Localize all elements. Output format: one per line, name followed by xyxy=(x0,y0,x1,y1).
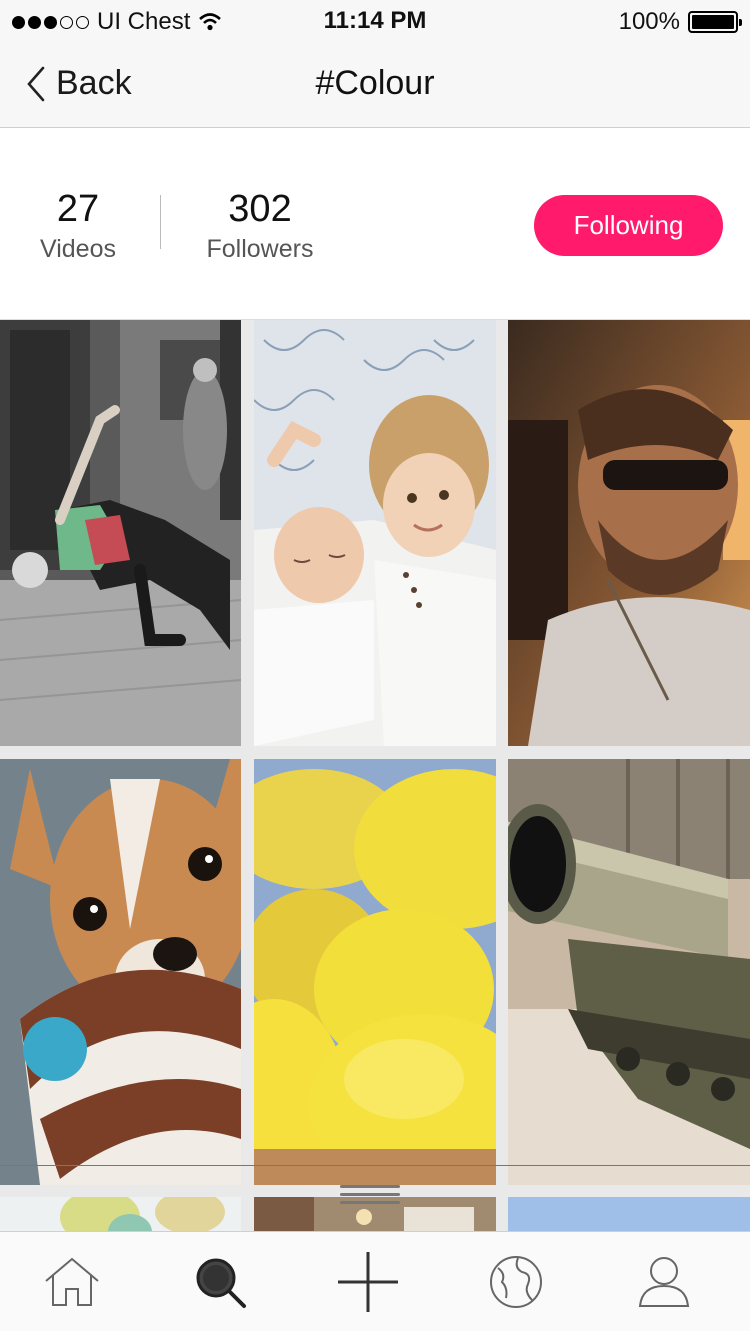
globe-icon xyxy=(490,1256,542,1308)
status-bar: UI Chest 11:14 PM 100% xyxy=(0,0,750,40)
drag-handle-icon[interactable] xyxy=(340,1185,400,1207)
balloons-photo xyxy=(0,1197,241,1231)
hashtag-stats: 27 Videos 302 Followers Following xyxy=(0,129,750,319)
grid-tile-lemons[interactable] xyxy=(254,759,496,1185)
videos-count: 27 xyxy=(56,188,100,230)
back-button[interactable]: Back xyxy=(26,64,132,103)
grid-tile-children[interactable] xyxy=(254,320,496,746)
lemons-photo xyxy=(254,759,496,1185)
battery-percent: 100% xyxy=(618,8,680,35)
drawer-divider xyxy=(0,1165,750,1166)
tab-explore[interactable] xyxy=(484,1250,548,1314)
followers-count: 302 xyxy=(228,188,292,230)
chevron-left-icon xyxy=(27,66,45,101)
navigation-bar: Back #Colour xyxy=(0,40,750,128)
search-icon xyxy=(196,1258,246,1308)
tab-add[interactable] xyxy=(336,1250,400,1314)
tab-search[interactable] xyxy=(188,1250,252,1314)
grid-tile-breakdancer[interactable] xyxy=(0,320,241,746)
grid-tile-man-sunglasses[interactable] xyxy=(508,320,750,746)
add-icon xyxy=(338,1252,398,1312)
stats-divider xyxy=(160,195,161,249)
videos-label: Videos xyxy=(40,235,116,263)
profile-icon xyxy=(638,1257,690,1307)
followers-stat[interactable]: 302 Followers xyxy=(198,187,322,264)
home-icon xyxy=(45,1257,99,1306)
tank-photo xyxy=(508,759,750,1185)
grid-tile-tank[interactable] xyxy=(508,759,750,1185)
tab-bar xyxy=(0,1231,750,1331)
grid-tile-sky[interactable] xyxy=(508,1197,750,1231)
children-photo xyxy=(254,320,496,746)
grid-tile-puppy[interactable] xyxy=(0,759,241,1185)
grid-tile-balloons[interactable] xyxy=(0,1197,241,1231)
tab-home[interactable] xyxy=(40,1250,104,1314)
tab-profile[interactable] xyxy=(632,1250,696,1314)
breakdancer-photo xyxy=(0,320,241,746)
man-sunglasses-photo xyxy=(508,320,750,746)
following-button[interactable]: Following xyxy=(534,195,723,256)
battery-info: 100% xyxy=(618,8,742,36)
sky-photo xyxy=(508,1197,750,1231)
back-label: Back xyxy=(56,64,132,102)
puppy-photo xyxy=(0,759,241,1185)
videos-stat[interactable]: 27 Videos xyxy=(30,187,126,264)
video-grid xyxy=(0,319,750,1231)
followers-label: Followers xyxy=(206,235,314,263)
battery-icon xyxy=(688,11,742,33)
